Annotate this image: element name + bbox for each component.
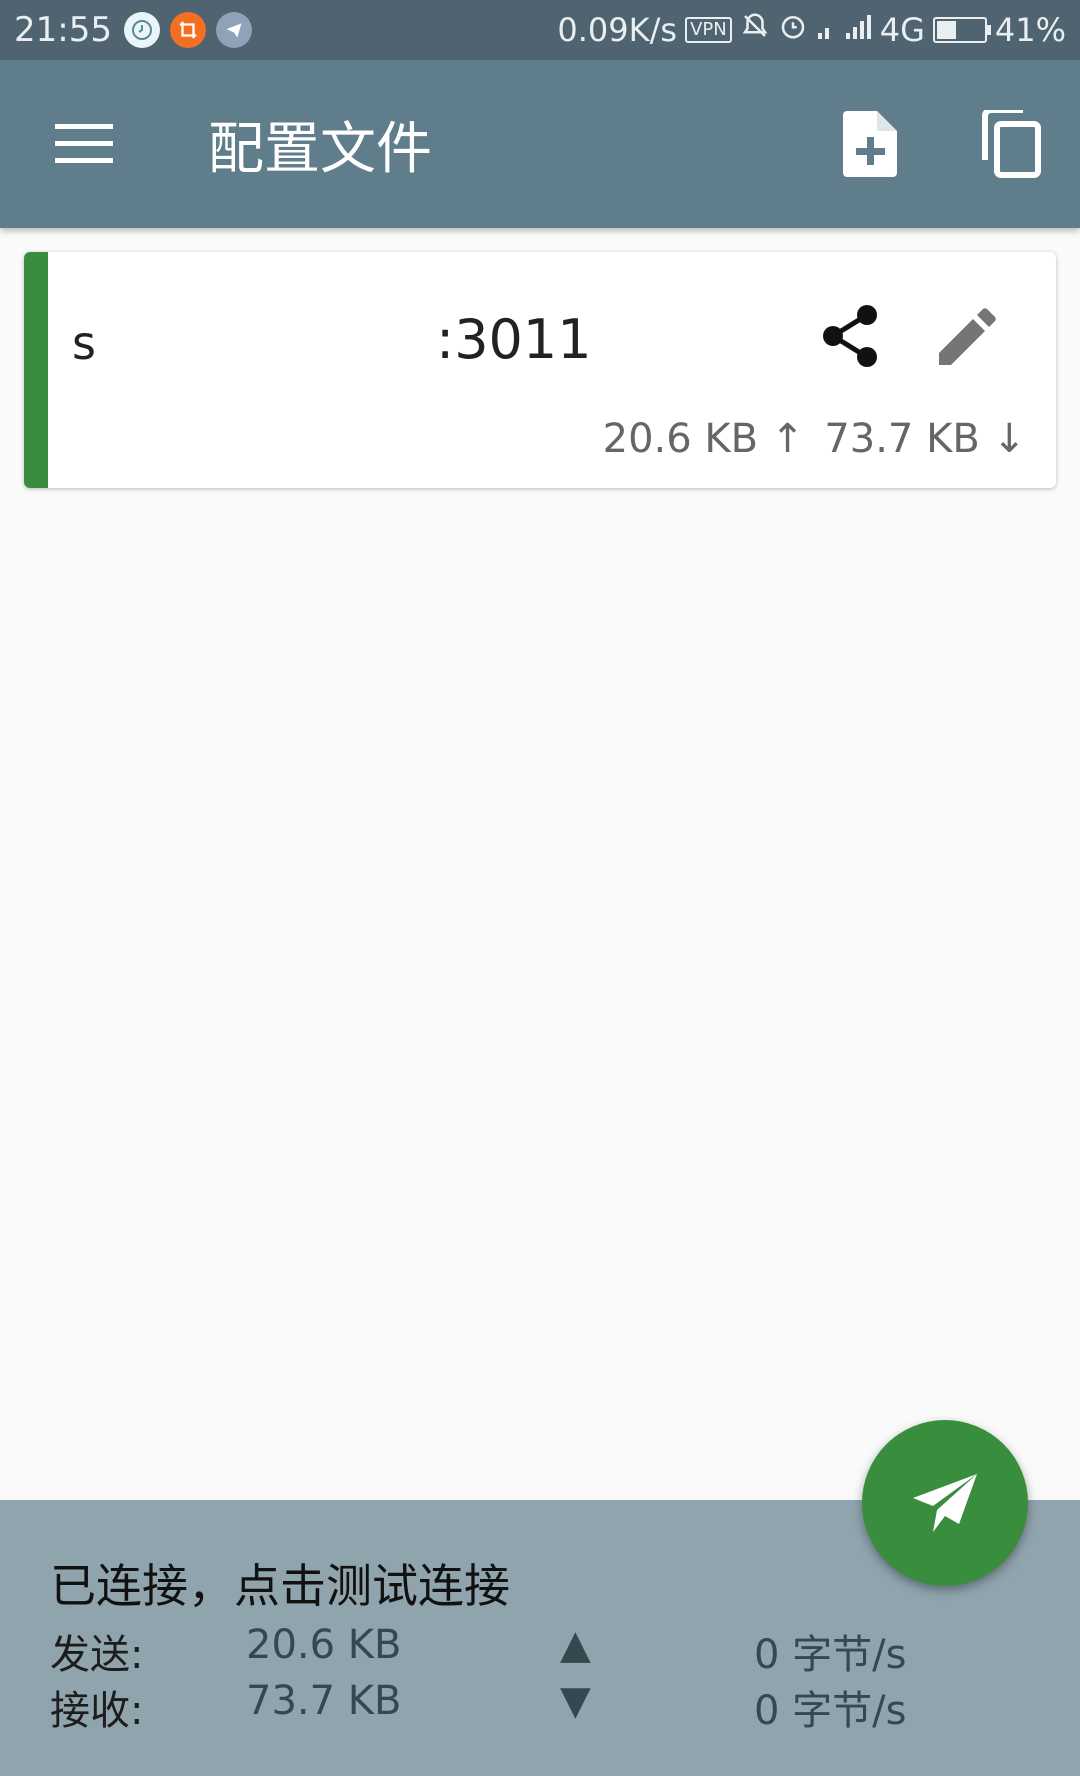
signal-icon [816,11,872,49]
profile-name: s [72,316,96,370]
clock-app-icon [123,12,160,48]
notification-icons [123,12,252,48]
status-right: 0.09K/s VPN 4G 41% [557,11,1066,49]
network-type: 4G [879,11,925,49]
connection-status[interactable]: 已连接，点击测试连接 [50,1550,510,1616]
active-indicator [24,252,48,488]
download-amount: 73.7 KB ↓ [824,416,1026,462]
edit-icon [939,308,996,365]
copy-icon [982,110,1041,178]
page-title: 配置文件 [208,116,432,182]
menu-icon [55,124,113,163]
alarm-icon [778,11,808,49]
connect-fab-button[interactable] [862,1420,1028,1586]
send-total: 20.6 KB [246,1622,402,1668]
mute-bell-icon [740,11,770,49]
add-profile-button[interactable] [820,94,920,194]
send-rate: 0 字节/s [754,1632,907,1678]
send-icon [913,1474,977,1532]
profile-card[interactable]: s :3011 20.6 KB ↑ 73.7 KB ↓ [24,252,1056,488]
status-bar: 21:55 0.09K/s VPN 4G 41% [0,0,1080,60]
receive-arrow-icon: ▼ [560,1678,591,1724]
app-toolbar: 配置文件 [0,60,1080,228]
copy-button[interactable] [960,94,1060,194]
receive-total: 73.7 KB [246,1678,402,1724]
net-speed: 0.09K/s [557,11,678,49]
menu-button[interactable] [36,96,132,192]
upload-amount: 20.6 KB ↑ [602,416,805,462]
add-file-icon [843,111,897,177]
vpn-icon: VPN [685,17,732,43]
share-button[interactable] [814,300,886,372]
receive-label: 接收: [50,1688,144,1734]
share-icon [823,305,877,367]
status-time: 21:55 [14,10,112,50]
receive-rate: 0 字节/s [754,1688,907,1734]
profile-address: :3011 [436,308,592,371]
crop-app-icon [169,12,206,48]
battery-percent: 41% [994,11,1066,49]
telegram-icon [215,12,252,48]
send-arrow-icon: ▲ [560,1622,591,1668]
profile-traffic: 20.6 KB ↑ 73.7 KB ↓ [603,416,1026,462]
battery-icon [932,17,991,43]
edit-button[interactable] [932,300,1004,372]
send-label: 发送: [50,1632,144,1678]
toolbar-actions [820,94,1060,194]
